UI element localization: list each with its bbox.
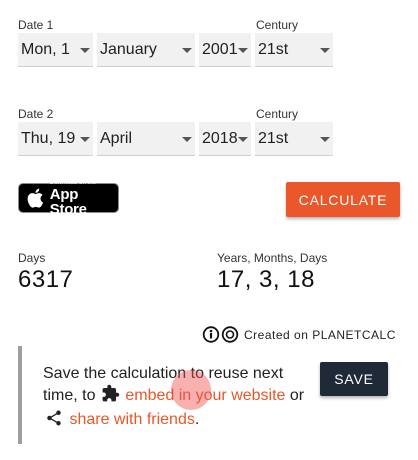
date2-century-select[interactable]: 21st bbox=[255, 122, 333, 156]
share-icon bbox=[43, 409, 65, 433]
date2-century-label: Century bbox=[256, 107, 299, 121]
share-link[interactable]: share with friends bbox=[69, 411, 194, 428]
credit-line: Created on PLANETCALC bbox=[202, 326, 396, 343]
apple-icon bbox=[27, 188, 44, 208]
date2-month-select[interactable]: April bbox=[97, 122, 195, 156]
save-text-end: . bbox=[194, 411, 200, 428]
puzzle-icon bbox=[100, 384, 121, 409]
save-message: Save the calculation to reuse next time,… bbox=[43, 363, 313, 433]
chevron-down-icon bbox=[238, 48, 248, 53]
credit-text: Created on PLANETCALC bbox=[244, 327, 396, 342]
embed-link[interactable]: embed in your website bbox=[125, 387, 285, 404]
date1-day-select[interactable]: Mon, 1 bbox=[18, 33, 93, 67]
save-button[interactable]: SAVE bbox=[320, 362, 388, 396]
days-value: 6317 bbox=[18, 266, 74, 293]
date2-year-value: 2018 bbox=[202, 129, 238, 147]
date1-month-select[interactable]: January bbox=[97, 33, 195, 67]
date2-day-value: Thu, 19 bbox=[21, 129, 76, 147]
days-label: Days bbox=[18, 251, 46, 265]
ymd-label: Years, Months, Days bbox=[217, 251, 328, 265]
date1-century-select[interactable]: 21st bbox=[255, 33, 333, 67]
chevron-down-icon bbox=[80, 137, 90, 142]
date2-century-value: 21st bbox=[258, 129, 289, 147]
calculate-button[interactable]: CALCULATE bbox=[286, 182, 400, 217]
save-text-or: or bbox=[285, 387, 305, 404]
chevron-down-icon bbox=[320, 48, 330, 53]
app-store-small-text: Download on the bbox=[49, 179, 97, 186]
date2-month-value: April bbox=[100, 129, 133, 147]
date1-month-value: January bbox=[100, 40, 157, 58]
date2-day-select[interactable]: Thu, 19 bbox=[18, 122, 93, 156]
app-store-badge[interactable]: Download on the App Store bbox=[18, 179, 119, 217]
date2-label: Date 2 bbox=[18, 107, 54, 121]
chevron-down-icon bbox=[182, 137, 192, 142]
chevron-down-icon bbox=[80, 48, 90, 53]
app-store-big-text: App Store bbox=[49, 185, 87, 218]
creative-commons-icon bbox=[202, 326, 239, 343]
date1-year-value: 2001 bbox=[202, 40, 238, 58]
date2-year-select[interactable]: 2018 bbox=[199, 122, 251, 156]
date1-century-value: 21st bbox=[258, 40, 289, 58]
date1-year-select[interactable]: 2001 bbox=[199, 33, 251, 67]
save-panel: Save the calculation to reuse next time,… bbox=[18, 346, 418, 444]
chevron-down-icon bbox=[238, 137, 248, 142]
chevron-down-icon bbox=[182, 48, 192, 53]
date1-label: Date 1 bbox=[18, 18, 54, 32]
date1-century-label: Century bbox=[256, 18, 299, 32]
ymd-value: 17, 3, 18 bbox=[217, 266, 315, 293]
chevron-down-icon bbox=[320, 137, 330, 142]
date1-day-value: Mon, 1 bbox=[21, 40, 70, 58]
